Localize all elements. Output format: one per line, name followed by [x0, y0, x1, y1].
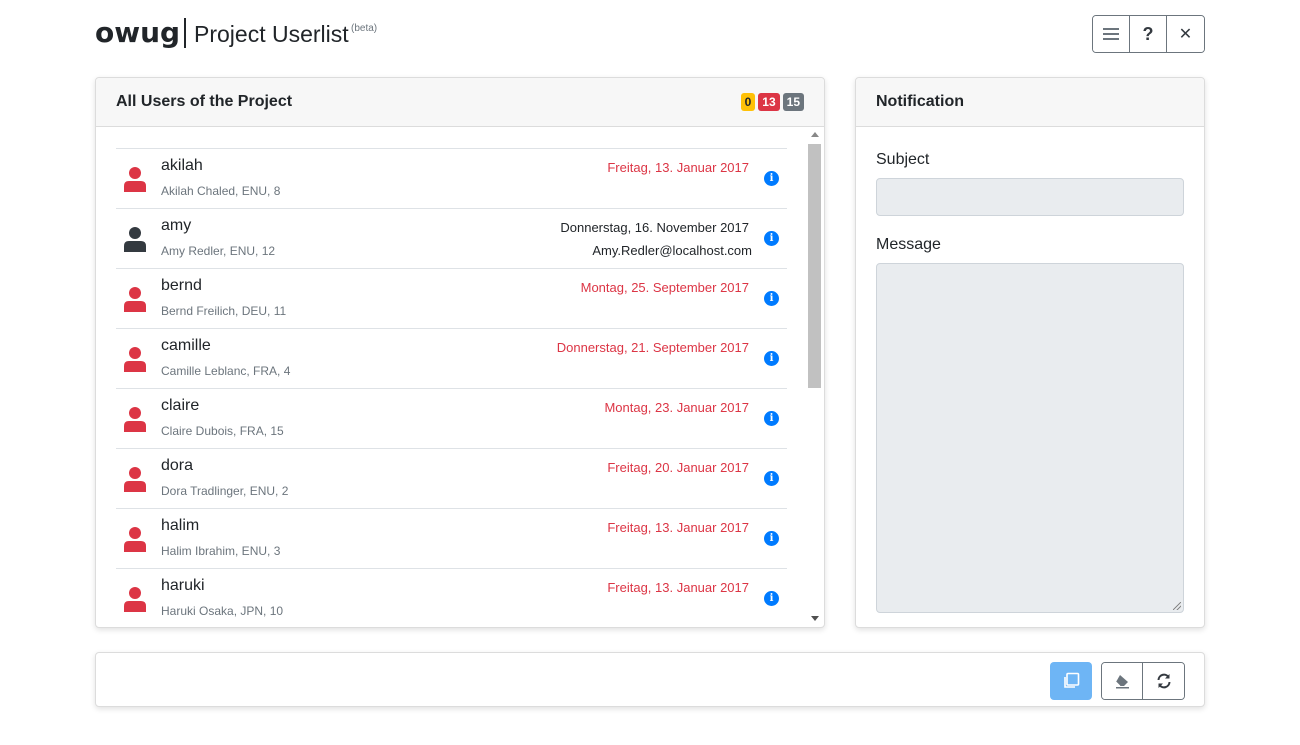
top-button-group: ? ✕ — [1092, 15, 1205, 53]
user-username[interactable]: claire — [161, 397, 199, 415]
user-list-scroll-area[interactable]: akilah Akilah Chaled, ENU, 8 Freitag, 13. … — [96, 128, 824, 627]
badge-group: 0 13 15 — [740, 93, 804, 111]
expired-count-badge: 13 — [758, 93, 780, 111]
user-list: akilah Akilah Chaled, ENU, 8 Freitag, 13. … — [116, 148, 787, 627]
help-button[interactable]: ? — [1130, 16, 1167, 52]
close-button[interactable]: ✕ — [1167, 16, 1204, 52]
user-row[interactable]: akilah Akilah Chaled, ENU, 8 Freitag, 13. … — [116, 148, 787, 208]
user-details: Camille Leblanc, FRA, 4 — [161, 364, 291, 378]
info-icon[interactable]: i — [764, 471, 779, 486]
user-row[interactable]: claire Claire Dubois, FRA, 15 Montag, 23. … — [116, 388, 787, 448]
user-row[interactable]: halim Halim Ibrahim, ENU, 3 Freitag, 13. J… — [116, 508, 787, 568]
user-details: Halim Ibrahim, ENU, 3 — [161, 544, 281, 558]
message-textarea[interactable] — [876, 263, 1184, 613]
users-card: All Users of the Project 0 13 15 akilah A… — [95, 77, 825, 628]
user-icon — [124, 227, 146, 252]
info-icon[interactable]: i — [764, 411, 779, 426]
subject-label: Subject — [876, 151, 930, 168]
info-icon[interactable]: i — [764, 231, 779, 246]
info-icon[interactable]: i — [764, 291, 779, 306]
user-row[interactable]: camille Camille Leblanc, FRA, 4 Donnerstag… — [116, 328, 787, 388]
user-expiry-date: Donnerstag, 16. November 2017 — [560, 220, 749, 235]
info-icon[interactable]: i — [764, 591, 779, 606]
user-username[interactable]: camille — [161, 337, 211, 355]
users-card-title: All Users of the Project — [116, 93, 293, 110]
scroll-thumb[interactable] — [808, 144, 821, 388]
subject-input[interactable] — [876, 178, 1184, 216]
notification-card-title: Notification — [876, 93, 964, 110]
user-list-scrollbar[interactable] — [808, 128, 821, 627]
user-icon — [124, 347, 146, 372]
notification-form: Subject Message — [856, 127, 1204, 633]
user-username[interactable]: amy — [161, 217, 191, 235]
message-label: Message — [876, 236, 941, 253]
textarea-resize-handle[interactable] — [1173, 602, 1181, 610]
user-icon — [124, 527, 146, 552]
scroll-up-arrow[interactable] — [811, 132, 819, 137]
user-icon — [124, 287, 146, 312]
user-details: Haruki Osaka, JPN, 10 — [161, 604, 284, 618]
info-icon[interactable]: i — [764, 351, 779, 366]
user-details: Claire Dubois, FRA, 15 — [161, 424, 284, 438]
close-icon: ✕ — [1178, 26, 1193, 43]
user-details: Bernd Freilich, DEU, 11 — [161, 304, 287, 318]
total-count-badge: 15 — [782, 93, 804, 111]
user-email[interactable]: Amy.Redler@localhost.com — [592, 243, 752, 258]
user-expiry-date: Freitag, 13. Januar 2017 — [607, 160, 749, 175]
beta-label: (beta) — [351, 23, 378, 34]
user-row[interactable]: amy Amy Redler, ENU, 12 Donnerstag, 16. No… — [116, 208, 787, 268]
user-expiry-date: Freitag, 20. Januar 2017 — [607, 460, 749, 475]
notification-card: Notification Subject Message — [855, 77, 1205, 628]
copy-icon — [1064, 672, 1080, 688]
user-username[interactable]: akilah — [161, 157, 203, 175]
eraser-icon — [1115, 675, 1129, 689]
user-row[interactable]: dora Dora Tradlinger, ENU, 2 Freitag, 20. … — [116, 448, 787, 508]
user-username[interactable]: dora — [161, 457, 193, 475]
notification-card-header: Notification — [856, 78, 1204, 127]
footer-button-group — [1101, 662, 1185, 700]
warning-count-badge: 0 — [740, 93, 756, 111]
copy-button[interactable] — [1050, 662, 1092, 700]
scroll-down-arrow[interactable] — [811, 616, 819, 621]
user-expiry-date: Donnerstag, 21. September 2017 — [556, 340, 749, 355]
page-title: Project Userlist — [194, 21, 349, 47]
user-icon — [124, 587, 146, 612]
user-details: Akilah Chaled, ENU, 8 — [161, 184, 281, 198]
app-header: owug Project Userlist (beta) ? ✕ — [95, 14, 1205, 54]
user-details: Amy Redler, ENU, 12 — [161, 244, 276, 258]
info-icon[interactable]: i — [764, 531, 779, 546]
brand-logo: owug — [95, 16, 181, 49]
menu-button[interactable] — [1093, 16, 1130, 52]
user-expiry-date: Freitag, 13. Januar 2017 — [607, 580, 749, 595]
help-icon: ? — [1142, 23, 1154, 44]
user-expiry-date: Montag, 23. Januar 2017 — [604, 400, 749, 415]
user-row[interactable]: haruki Haruki Osaka, JPN, 10 Freitag, 13. … — [116, 568, 787, 627]
refresh-icon — [1157, 673, 1170, 689]
users-card-header: All Users of the Project 0 13 15 — [96, 78, 824, 127]
user-details: Dora Tradlinger, ENU, 2 — [161, 484, 289, 498]
user-username[interactable]: halim — [161, 517, 199, 535]
brand-separator — [184, 18, 186, 48]
user-row[interactable]: bernd Bernd Freilich, DEU, 11 Montag, 25. … — [116, 268, 787, 328]
user-username[interactable]: bernd — [161, 277, 202, 295]
action-footer — [95, 652, 1205, 707]
user-expiry-date: Montag, 25. September 2017 — [580, 280, 749, 295]
refresh-button[interactable] — [1143, 663, 1184, 699]
user-expiry-date: Freitag, 13. Januar 2017 — [607, 520, 749, 535]
user-icon — [124, 167, 146, 192]
info-icon[interactable]: i — [764, 171, 779, 186]
user-icon — [124, 467, 146, 492]
user-icon — [124, 407, 146, 432]
user-username[interactable]: haruki — [161, 577, 205, 595]
clear-button[interactable] — [1102, 663, 1143, 699]
menu-icon — [1103, 28, 1119, 40]
